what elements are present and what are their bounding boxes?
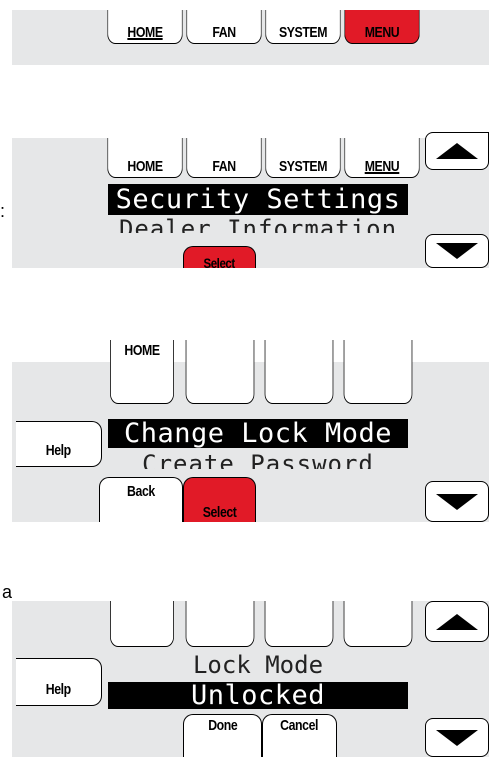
scroll-up-button[interactable] — [425, 601, 489, 642]
system-label: SYSTEM — [278, 24, 328, 41]
select-button[interactable]: Select — [183, 246, 256, 271]
menu-button[interactable]: MENU — [344, 10, 420, 44]
scroll-down-button[interactable] — [425, 234, 489, 268]
lock-mode-title: Lock Mode — [192, 651, 324, 679]
fan-button[interactable]: FAN — [186, 10, 262, 44]
blank-button-3[interactable] — [264, 601, 334, 647]
menu-label: MENU — [364, 24, 400, 41]
home-button[interactable]: HOME — [110, 340, 174, 404]
back-button[interactable]: Back — [99, 477, 183, 522]
step2-thermostat-panel: HOME FAN SYSTEM MENU Security Settings D… — [12, 132, 489, 271]
scroll-up-button[interactable] — [425, 132, 489, 170]
help-label: Help — [45, 680, 72, 698]
down-arrow-icon — [436, 729, 478, 746]
cancel-button[interactable]: Cancel — [262, 714, 337, 757]
blank-button-1[interactable] — [110, 601, 174, 647]
blank-button-2[interactable] — [185, 601, 255, 647]
blank-button-4[interactable] — [343, 601, 413, 647]
select-label: Select — [202, 504, 237, 521]
menu-next-item[interactable]: Create Password — [108, 452, 408, 469]
system-label: SYSTEM — [278, 158, 328, 175]
home-label: HOME — [124, 342, 160, 359]
help-label: Help — [45, 441, 72, 459]
scroll-down-button[interactable] — [425, 718, 489, 757]
back-label: Back — [127, 483, 155, 500]
up-arrow-icon — [436, 613, 478, 630]
blank-button-2[interactable] — [185, 340, 255, 404]
fan-label: FAN — [212, 24, 236, 41]
step4-thermostat-panel: Help Lock Mode Unlocked Done Cancel — [12, 601, 489, 757]
fan-button[interactable]: FAN — [186, 138, 262, 178]
menu-label: MENU — [364, 158, 400, 175]
step3-thermostat-panel: HOME Help Change Lock Mode Create Passwo… — [12, 340, 489, 522]
down-arrow-icon — [436, 493, 478, 510]
select-button[interactable]: Select — [183, 477, 256, 522]
blank-button-4[interactable] — [343, 340, 413, 404]
up-arrow-icon — [436, 143, 478, 159]
menu-highlighted-item[interactable]: Change Lock Mode — [108, 419, 408, 448]
lock-mode-value[interactable]: Unlocked — [108, 682, 408, 709]
home-button[interactable]: HOME — [107, 10, 183, 44]
edge-text-colon: : — [0, 201, 6, 221]
menu-highlighted-item[interactable]: Security Settings — [108, 184, 408, 215]
menu-next-item[interactable]: Dealer Information — [108, 217, 408, 233]
edge-text-a: a — [2, 582, 13, 602]
scroll-down-button[interactable] — [425, 481, 489, 522]
select-label: Select — [203, 255, 236, 271]
system-button[interactable]: SYSTEM — [265, 138, 341, 178]
home-label: HOME — [127, 24, 163, 41]
done-label: Done — [207, 717, 238, 734]
down-arrow-icon — [436, 243, 478, 259]
menu-button[interactable]: MENU — [344, 138, 420, 178]
home-button[interactable]: HOME — [107, 138, 183, 178]
blank-button-3[interactable] — [264, 340, 334, 404]
step1-thermostat-panel: HOME FAN SYSTEM MENU — [12, 10, 489, 65]
system-button[interactable]: SYSTEM — [265, 10, 341, 44]
cancel-label: Cancel — [280, 717, 319, 734]
help-button[interactable]: Help — [16, 658, 102, 706]
fan-label: FAN — [212, 158, 236, 175]
home-label: HOME — [127, 158, 163, 175]
done-button[interactable]: Done — [183, 714, 262, 757]
help-button[interactable]: Help — [16, 421, 102, 467]
